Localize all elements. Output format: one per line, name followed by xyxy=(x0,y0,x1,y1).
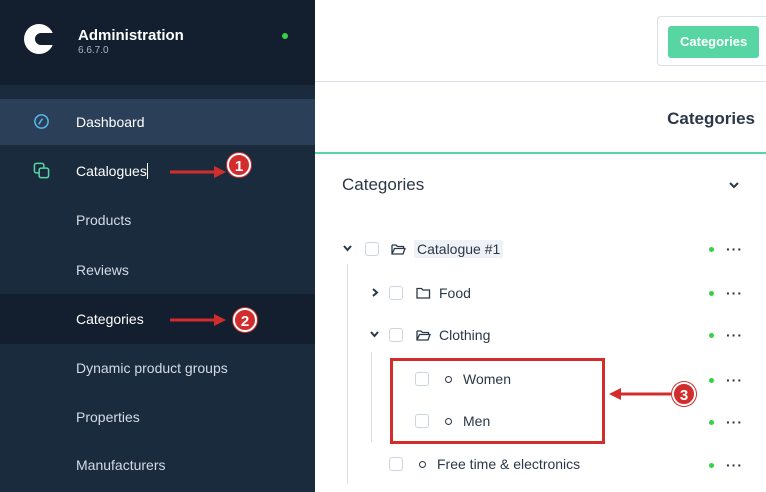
row-checkbox[interactable] xyxy=(365,242,379,256)
annotation-marker-1: 1 xyxy=(227,153,251,177)
annotation-arrow-2 xyxy=(170,314,226,326)
more-actions-icon[interactable]: ··· xyxy=(726,328,743,342)
sidebar-item-dashboard[interactable]: Dashboard xyxy=(0,99,315,145)
sidebar-subitem-reviews[interactable]: Reviews xyxy=(0,245,315,295)
sidebar-subitem-manufacturers[interactable]: Manufacturers xyxy=(0,440,315,490)
sidebar-subitem-label: Properties xyxy=(76,409,140,425)
status-dot xyxy=(709,420,714,425)
page-title: Categories xyxy=(667,109,755,128)
folder-open-icon xyxy=(391,244,406,255)
sidebar-subitem-label: Dynamic product groups xyxy=(76,360,228,376)
sidebar-header: Administration 6.6.7.0 xyxy=(0,0,315,85)
leaf-bullet-icon xyxy=(419,461,426,468)
status-dot xyxy=(709,291,714,296)
folder-open-icon xyxy=(416,330,431,341)
tree-row-catalogue-1[interactable]: Catalogue #1 ··· xyxy=(315,237,766,261)
annotation-highlight-box xyxy=(390,358,605,444)
status-dot xyxy=(709,247,714,252)
dashboard-icon xyxy=(34,114,49,129)
more-actions-icon[interactable]: ··· xyxy=(726,242,743,256)
tree-row-free-time-electronics[interactable]: Free time & electronics ··· xyxy=(315,453,766,477)
app-title: Administration xyxy=(78,27,184,44)
sidebar-subitem-label: Manufacturers xyxy=(76,457,166,473)
row-checkbox[interactable] xyxy=(389,457,403,471)
sidebar-subitem-label: Reviews xyxy=(76,262,129,278)
card-title: Categories xyxy=(342,175,425,194)
folder-icon xyxy=(416,287,431,299)
categories-tab-button[interactable]: Categories xyxy=(668,26,760,58)
sidebar-item-label: Catalogues xyxy=(76,163,148,179)
sidebar-subitem-products[interactable]: Products xyxy=(0,195,315,245)
status-indicator xyxy=(282,33,288,39)
row-checkbox[interactable] xyxy=(389,328,403,342)
sidebar-subitem-properties[interactable]: Properties xyxy=(0,392,315,442)
more-actions-icon[interactable]: ··· xyxy=(726,415,743,429)
sidebar-subitem-label: Products xyxy=(76,212,132,228)
more-actions-icon[interactable]: ··· xyxy=(726,458,743,472)
sidebar: Administration 6.6.7.0 Dashboard Catalog… xyxy=(0,0,315,492)
tree-row-label: Food xyxy=(439,285,471,301)
chevron-down-icon[interactable] xyxy=(370,330,379,339)
chevron-down-icon[interactable] xyxy=(343,244,352,253)
tree-row-clothing[interactable]: Clothing ··· xyxy=(315,323,766,347)
accent-divider xyxy=(315,152,766,154)
annotation-marker-2: 2 xyxy=(233,308,257,332)
top-bar: Categories xyxy=(315,0,766,82)
tab-container: Categories xyxy=(657,16,766,66)
tree-row-label: Clothing xyxy=(439,327,491,343)
annotation-arrow-3 xyxy=(609,388,671,400)
row-checkbox[interactable] xyxy=(389,286,403,300)
sidebar-subitem-dynamic-product-groups[interactable]: Dynamic product groups xyxy=(0,343,315,393)
annotation-arrow-1 xyxy=(170,166,226,178)
status-dot xyxy=(709,378,714,383)
app-version: 6.6.7.0 xyxy=(78,45,109,56)
tree-row-food[interactable]: Food ··· xyxy=(315,281,766,305)
sidebar-item-catalogues[interactable]: Catalogues xyxy=(0,148,315,194)
text-cursor xyxy=(146,163,148,179)
catalogues-icon xyxy=(33,162,50,179)
shopware-logo-icon[interactable] xyxy=(24,24,55,54)
status-dot xyxy=(709,463,714,468)
sidebar-item-label: Dashboard xyxy=(76,114,145,130)
more-actions-icon[interactable]: ··· xyxy=(726,286,743,300)
annotation-marker-3: 3 xyxy=(672,382,696,406)
more-actions-icon[interactable]: ··· xyxy=(726,373,743,387)
tree-row-label: Catalogue #1 xyxy=(414,240,504,258)
tree-row-label: Free time & electronics xyxy=(437,456,581,472)
sidebar-subitem-categories[interactable]: Categories xyxy=(0,294,315,344)
status-dot xyxy=(709,333,714,338)
chevron-down-icon[interactable] xyxy=(729,180,739,190)
chevron-right-icon[interactable] xyxy=(371,288,380,297)
sidebar-subitem-label: Categories xyxy=(76,311,144,327)
